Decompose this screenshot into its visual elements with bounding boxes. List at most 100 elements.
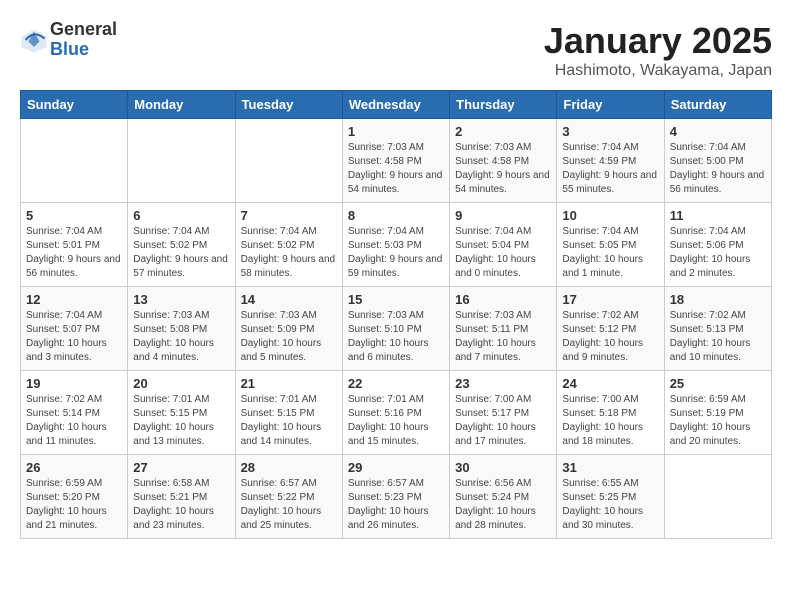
day-info: Sunrise: 7:04 AM Sunset: 4:59 PM Dayligh… xyxy=(562,141,658,197)
calendar-cell: 29Sunrise: 6:57 AM Sunset: 5:23 PM Dayli… xyxy=(342,455,449,539)
day-info: Sunrise: 7:03 AM Sunset: 5:09 PM Dayligh… xyxy=(241,309,337,365)
logo: General Blue xyxy=(20,20,117,60)
day-info: Sunrise: 7:04 AM Sunset: 5:06 PM Dayligh… xyxy=(670,225,766,281)
day-number: 3 xyxy=(562,124,658,139)
day-number: 15 xyxy=(348,292,444,307)
day-info: Sunrise: 6:56 AM Sunset: 5:24 PM Dayligh… xyxy=(455,477,551,533)
day-info: Sunrise: 7:01 AM Sunset: 5:16 PM Dayligh… xyxy=(348,393,444,449)
calendar-week-row: 1 Sunrise: 7:03 AM Sunset: 4:58 PM Daylig… xyxy=(21,119,772,203)
day-number: 25 xyxy=(670,376,766,391)
day-info: Sunrise: 7:04 AM Sunset: 5:02 PM Dayligh… xyxy=(241,225,337,281)
day-info: Sunrise: 6:59 AM Sunset: 5:20 PM Dayligh… xyxy=(26,477,122,533)
day-info: Sunrise: 7:02 AM Sunset: 5:13 PM Dayligh… xyxy=(670,309,766,365)
calendar-cell: 26 Sunrise: 6:59 AM Sunset: 5:20 PM Dayli… xyxy=(21,455,128,539)
day-info: Sunrise: 7:04 AM Sunset: 5:02 PM Dayligh… xyxy=(133,225,229,281)
weekday-header-monday: Monday xyxy=(128,91,235,119)
calendar-table: SundayMondayTuesdayWednesdayThursdayFrid… xyxy=(20,90,772,539)
calendar-cell: 2Sunrise: 7:03 AM Sunset: 4:58 PM Daylig… xyxy=(450,119,557,203)
day-number: 31 xyxy=(562,460,658,475)
calendar-cell: 4 Sunrise: 7:04 AM Sunset: 5:00 PM Daylig… xyxy=(664,119,771,203)
day-number: 11 xyxy=(670,208,766,223)
day-number: 5 xyxy=(26,208,122,223)
calendar-cell: 21 Sunrise: 7:01 AM Sunset: 5:15 PM Dayli… xyxy=(235,371,342,455)
calendar-week-row: 26 Sunrise: 6:59 AM Sunset: 5:20 PM Dayli… xyxy=(21,455,772,539)
weekday-header-tuesday: Tuesday xyxy=(235,91,342,119)
calendar-cell: 20 Sunrise: 7:01 AM Sunset: 5:15 PM Dayli… xyxy=(128,371,235,455)
day-info: Sunrise: 6:55 AM Sunset: 5:25 PM Dayligh… xyxy=(562,477,658,533)
day-number: 24 xyxy=(562,376,658,391)
day-info: Sunrise: 7:01 AM Sunset: 5:15 PM Dayligh… xyxy=(241,393,337,449)
day-info: Sunrise: 7:02 AM Sunset: 5:14 PM Dayligh… xyxy=(26,393,122,449)
calendar-cell xyxy=(21,119,128,203)
weekday-header-sunday: Sunday xyxy=(21,91,128,119)
calendar-cell: 25Sunrise: 6:59 AM Sunset: 5:19 PM Dayli… xyxy=(664,371,771,455)
day-number: 30 xyxy=(455,460,551,475)
day-number: 16 xyxy=(455,292,551,307)
header: General Blue January 2025 Hashimoto, Wak… xyxy=(20,20,772,80)
calendar-cell: 15 Sunrise: 7:03 AM Sunset: 5:10 PM Dayli… xyxy=(342,287,449,371)
calendar-cell: 16 Sunrise: 7:03 AM Sunset: 5:11 PM Dayli… xyxy=(450,287,557,371)
calendar-cell: 31 Sunrise: 6:55 AM Sunset: 5:25 PM Dayli… xyxy=(557,455,664,539)
calendar-cell: 8 Sunrise: 7:04 AM Sunset: 5:03 PM Daylig… xyxy=(342,203,449,287)
calendar-week-row: 12Sunrise: 7:04 AM Sunset: 5:07 PM Dayli… xyxy=(21,287,772,371)
day-info: Sunrise: 7:04 AM Sunset: 5:00 PM Dayligh… xyxy=(670,141,766,197)
calendar-cell: 24 Sunrise: 7:00 AM Sunset: 5:18 PM Dayli… xyxy=(557,371,664,455)
day-info: Sunrise: 7:04 AM Sunset: 5:03 PM Dayligh… xyxy=(348,225,444,281)
day-info: Sunrise: 7:03 AM Sunset: 5:10 PM Dayligh… xyxy=(348,309,444,365)
day-number: 1 xyxy=(348,124,444,139)
weekday-header-saturday: Saturday xyxy=(664,91,771,119)
calendar-cell: 18Sunrise: 7:02 AM Sunset: 5:13 PM Dayli… xyxy=(664,287,771,371)
calendar-cell: 12Sunrise: 7:04 AM Sunset: 5:07 PM Dayli… xyxy=(21,287,128,371)
day-number: 6 xyxy=(133,208,229,223)
calendar-week-row: 5 Sunrise: 7:04 AM Sunset: 5:01 PM Daylig… xyxy=(21,203,772,287)
calendar-cell: 13Sunrise: 7:03 AM Sunset: 5:08 PM Dayli… xyxy=(128,287,235,371)
day-info: Sunrise: 6:58 AM Sunset: 5:21 PM Dayligh… xyxy=(133,477,229,533)
weekday-header-wednesday: Wednesday xyxy=(342,91,449,119)
calendar-cell: 1 Sunrise: 7:03 AM Sunset: 4:58 PM Daylig… xyxy=(342,119,449,203)
day-number: 9 xyxy=(455,208,551,223)
calendar-header: SundayMondayTuesdayWednesdayThursdayFrid… xyxy=(21,91,772,119)
day-info: Sunrise: 7:04 AM Sunset: 5:04 PM Dayligh… xyxy=(455,225,551,281)
calendar-cell: 7Sunrise: 7:04 AM Sunset: 5:02 PM Daylig… xyxy=(235,203,342,287)
weekday-header-thursday: Thursday xyxy=(450,91,557,119)
calendar-cell: 6 Sunrise: 7:04 AM Sunset: 5:02 PM Daylig… xyxy=(128,203,235,287)
calendar-title: January 2025 xyxy=(544,20,772,62)
day-number: 19 xyxy=(26,376,122,391)
day-info: Sunrise: 6:57 AM Sunset: 5:23 PM Dayligh… xyxy=(348,477,444,533)
day-info: Sunrise: 6:57 AM Sunset: 5:22 PM Dayligh… xyxy=(241,477,337,533)
day-number: 10 xyxy=(562,208,658,223)
day-number: 26 xyxy=(26,460,122,475)
logo-icon xyxy=(20,26,48,54)
calendar-cell: 10Sunrise: 7:04 AM Sunset: 5:05 PM Dayli… xyxy=(557,203,664,287)
calendar-cell: 22 Sunrise: 7:01 AM Sunset: 5:16 PM Dayli… xyxy=(342,371,449,455)
title-area: January 2025 Hashimoto, Wakayama, Japan xyxy=(544,20,772,80)
day-number: 23 xyxy=(455,376,551,391)
calendar-cell: 30 Sunrise: 6:56 AM Sunset: 5:24 PM Dayli… xyxy=(450,455,557,539)
day-info: Sunrise: 7:02 AM Sunset: 5:12 PM Dayligh… xyxy=(562,309,658,365)
day-info: Sunrise: 7:04 AM Sunset: 5:01 PM Dayligh… xyxy=(26,225,122,281)
day-number: 4 xyxy=(670,124,766,139)
day-number: 17 xyxy=(562,292,658,307)
day-info: Sunrise: 7:00 AM Sunset: 5:17 PM Dayligh… xyxy=(455,393,551,449)
day-number: 28 xyxy=(241,460,337,475)
day-number: 8 xyxy=(348,208,444,223)
weekday-header-row: SundayMondayTuesdayWednesdayThursdayFrid… xyxy=(21,91,772,119)
calendar-cell xyxy=(235,119,342,203)
day-info: Sunrise: 7:03 AM Sunset: 4:58 PM Dayligh… xyxy=(348,141,444,197)
day-info: Sunrise: 7:00 AM Sunset: 5:18 PM Dayligh… xyxy=(562,393,658,449)
calendar-cell: 11 Sunrise: 7:04 AM Sunset: 5:06 PM Dayli… xyxy=(664,203,771,287)
day-number: 20 xyxy=(133,376,229,391)
day-number: 22 xyxy=(348,376,444,391)
calendar-cell xyxy=(128,119,235,203)
calendar-cell: 5 Sunrise: 7:04 AM Sunset: 5:01 PM Daylig… xyxy=(21,203,128,287)
calendar-cell: 27Sunrise: 6:58 AM Sunset: 5:21 PM Dayli… xyxy=(128,455,235,539)
day-info: Sunrise: 7:01 AM Sunset: 5:15 PM Dayligh… xyxy=(133,393,229,449)
calendar-cell: 28 Sunrise: 6:57 AM Sunset: 5:22 PM Dayli… xyxy=(235,455,342,539)
day-number: 2 xyxy=(455,124,551,139)
day-info: Sunrise: 7:03 AM Sunset: 5:11 PM Dayligh… xyxy=(455,309,551,365)
calendar-cell: 3 Sunrise: 7:04 AM Sunset: 4:59 PM Daylig… xyxy=(557,119,664,203)
day-number: 13 xyxy=(133,292,229,307)
calendar-cell: 23 Sunrise: 7:00 AM Sunset: 5:17 PM Dayli… xyxy=(450,371,557,455)
calendar-cell: 19 Sunrise: 7:02 AM Sunset: 5:14 PM Dayli… xyxy=(21,371,128,455)
day-number: 21 xyxy=(241,376,337,391)
